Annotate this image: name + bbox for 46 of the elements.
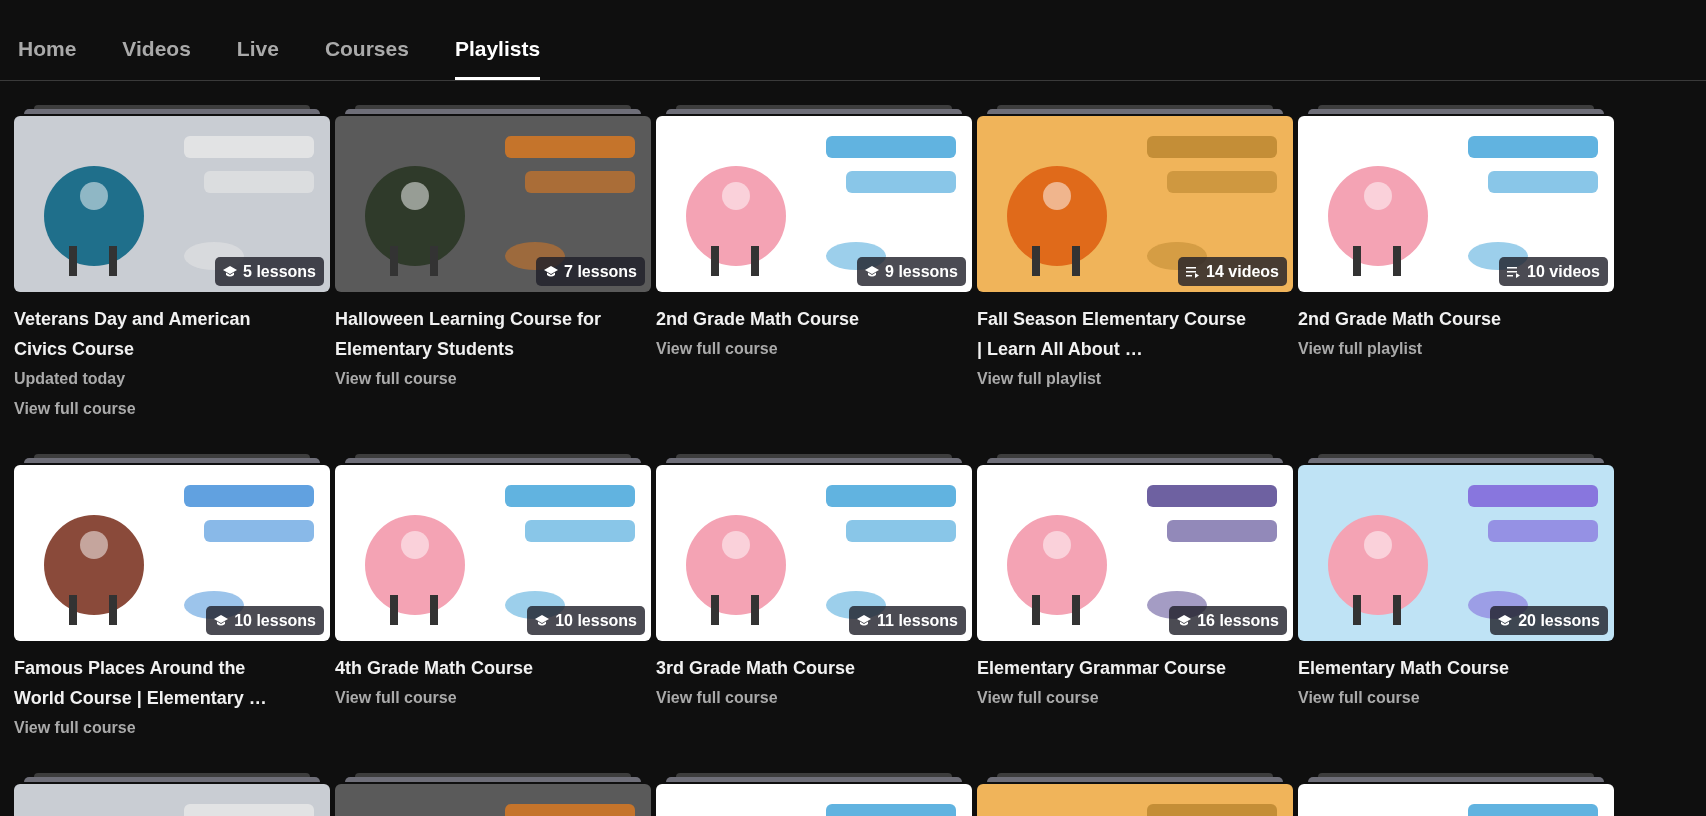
playlist-title[interactable]: Elementary Grammar Course (977, 653, 1247, 683)
tab[interactable]: Courses (324, 30, 409, 80)
tab[interactable]: Home (18, 30, 77, 80)
count-text: 16 lessons (1197, 610, 1279, 631)
playlist-meta[interactable]: View full course (977, 683, 1293, 713)
count-text: 11 lessons (877, 610, 958, 631)
tab[interactable]: Live (236, 30, 279, 80)
graduation-cap-icon (544, 265, 559, 278)
playlist-title[interactable]: 2nd Grade Math Course (1298, 304, 1568, 334)
playlist-meta[interactable]: View full course (656, 683, 972, 713)
playlist-meta[interactable]: View full course (14, 394, 330, 424)
tab[interactable]: Videos (122, 30, 191, 80)
playlist-icon (1507, 265, 1522, 278)
playlist-meta: Updated today (14, 369, 127, 389)
playlist-meta[interactable]: View full course (656, 334, 972, 364)
count-text: 7 lessons (564, 261, 637, 282)
graduation-cap-icon (214, 614, 229, 627)
playlist-title[interactable]: 3rd Grade Math Course (656, 653, 926, 683)
count-text: 10 lessons (555, 610, 637, 631)
graduation-cap-icon (223, 265, 238, 278)
playlist-meta[interactable]: View full course (14, 713, 330, 743)
count-text: 10 videos (1527, 261, 1600, 282)
tab[interactable]: Playlists (454, 30, 541, 80)
graduation-cap-icon (1498, 614, 1513, 627)
graduation-cap-icon (535, 614, 550, 627)
count-text: 14 videos (1206, 261, 1279, 282)
count-text: 5 lessons (243, 261, 316, 282)
playlist-meta[interactable]: View full course (335, 364, 651, 394)
playlist-meta[interactable]: View full playlist (1298, 334, 1614, 364)
playlist-icon (1186, 265, 1201, 278)
playlist-title[interactable]: 4th Grade Math Course (335, 653, 605, 683)
playlist-title[interactable]: Famous Places Around the World Course | Elementary … (14, 653, 284, 713)
count-text: 10 lessons (234, 610, 316, 631)
playlist-title[interactable]: Halloween Learning Course for Elementary Students (335, 304, 605, 364)
playlist-meta[interactable]: View full course (335, 683, 651, 713)
playlist-title[interactable]: Elementary Math Course (1298, 653, 1568, 683)
playlist-meta[interactable]: View full playlist (977, 364, 1293, 394)
graduation-cap-icon (865, 265, 880, 278)
graduation-cap-icon (857, 614, 872, 627)
count-text: 9 lessons (885, 261, 958, 282)
playlist-title[interactable]: 2nd Grade Math Course (656, 304, 926, 334)
count-text: 20 lessons (1518, 610, 1600, 631)
playlist-title[interactable]: Fall Season Elementary Course | Learn All About … (977, 304, 1247, 364)
playlist-title[interactable]: Veterans Day and American Civics Course (14, 304, 284, 364)
playlist-meta[interactable]: View full course (1298, 683, 1614, 713)
graduation-cap-icon (1177, 614, 1192, 627)
